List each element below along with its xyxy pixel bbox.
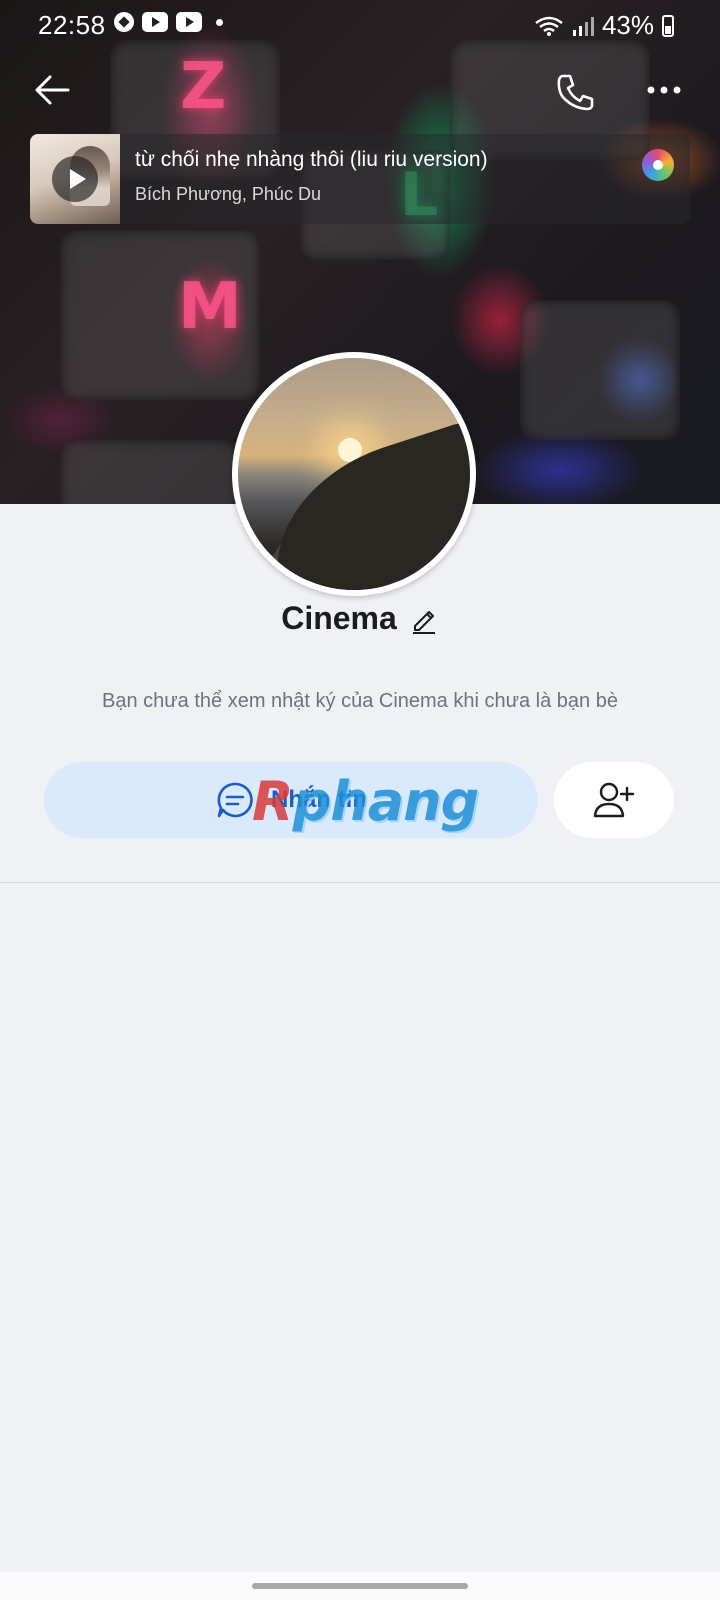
notification-dot-icon [216,18,223,26]
keycap-shape [60,440,240,504]
profile-name: Cinema [281,600,397,636]
wifi-icon [535,16,563,36]
album-cover [30,134,120,224]
profile-music-card[interactable]: từ chối nhẹ nhàng thôi (liu riu version)… [30,134,690,224]
avatar-image-sunset [238,358,470,590]
avatar[interactable] [232,352,476,596]
home-indicator[interactable] [252,1583,468,1589]
privacy-note: Bạn chưa thể xem nhật ký của Cinema khi … [102,690,618,712]
status-notification-icons [114,12,223,32]
empty-content-area [0,883,720,1573]
add-friend-button[interactable] [554,762,674,838]
play-icon[interactable] [52,156,98,202]
message-button[interactable]: Nhắn tin [44,762,538,838]
status-time: 22:58 [38,10,106,40]
soccer-icon [114,12,134,32]
more-button[interactable] [644,78,684,102]
keycap-letter-z: Z [180,50,227,124]
pencil-icon[interactable] [409,604,439,634]
youtube-icon [142,12,168,32]
keycap-letter-m: M [178,270,242,344]
keycap-shape [520,300,680,440]
youtube-icon [176,12,202,32]
back-button[interactable] [32,70,72,110]
add-user-icon [593,782,635,818]
more-horizontal-icon [647,86,681,94]
status-system-icons: 43% [534,10,674,41]
chat-bubble-icon [217,782,253,818]
profile-name-row: Cinema [0,600,720,637]
music-disc-icon[interactable] [642,149,674,181]
call-button[interactable] [554,70,598,114]
message-button-label: Nhắn tin [271,786,367,813]
battery-percent: 43% [601,10,654,40]
signal-icon [572,16,594,36]
status-bar: 22:58 43% [0,0,720,52]
song-title: từ chối nhẹ nhàng thôi (liu riu version) [135,148,488,171]
battery-icon [662,14,674,37]
song-artist: Bích Phương, Phúc Du [135,184,321,204]
phone-icon [557,74,594,111]
arrow-left-icon [35,75,70,105]
